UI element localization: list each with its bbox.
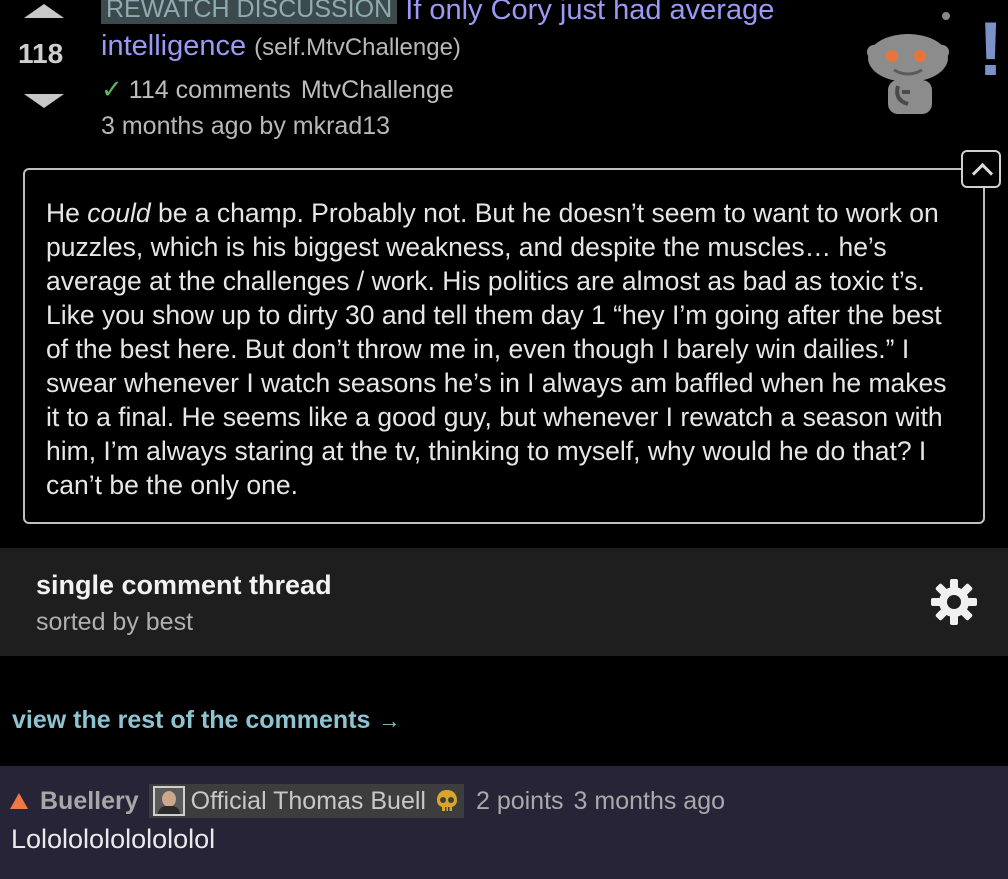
view-rest-label: view the rest of the comments [12, 706, 371, 734]
selftext-part-2: be a champ. Probably not. But he doesn’t… [46, 198, 947, 500]
post-score: 118 [18, 38, 64, 69]
thread-bar: single comment thread sorted by best [0, 548, 1008, 656]
comment: Buellery Official Thomas Buell 2 points … [0, 766, 1008, 879]
arrow-up-icon[interactable] [24, 4, 64, 18]
skull-icon [436, 790, 457, 811]
thread-title: single comment thread [36, 570, 332, 600]
post-header: 118 REWATCH DISCUSSION If only Cory just… [0, 0, 1008, 160]
user-flair: Official Thomas Buell [148, 784, 464, 818]
post-flair: REWATCH DISCUSSION [101, 0, 398, 24]
post-selftext: He could be a champ. Probably not. But h… [23, 168, 985, 524]
upvote-icon[interactable] [10, 793, 28, 809]
selftext-emphasis: could [87, 198, 151, 228]
comment-author[interactable]: Buellery [40, 787, 139, 816]
exclamation-icon: ! [978, 7, 1004, 92]
post-title-line: REWATCH DISCUSSION If only Cory just had… [101, 0, 861, 66]
post-meta: ✓ 114 comments MtvChallenge [101, 72, 861, 107]
snoo-icon [867, 34, 949, 114]
gear-icon[interactable] [930, 578, 978, 626]
selftext-part-1: He [46, 198, 88, 228]
comment-points: 2 points [475, 786, 564, 815]
comment-body: Lololololololololol [11, 824, 216, 854]
chevron-up-icon[interactable] [961, 150, 1001, 188]
comment-meta: Buellery Official Thomas Buell 2 points … [10, 784, 725, 818]
post-byline: 3 months ago by mkrad13 [101, 112, 391, 140]
view-rest-link[interactable]: view the rest of the comments → [12, 706, 400, 735]
subreddit-link[interactable]: MtvChallenge [301, 76, 454, 104]
vote-column: 118 [0, 0, 92, 120]
post-info: REWATCH DISCUSSION If only Cory just had… [101, 0, 861, 143]
post-domain[interactable]: (self.MtvChallenge) [254, 34, 461, 61]
arrow-right-icon: → [378, 708, 401, 733]
comment-time: 3 months ago [573, 786, 726, 815]
thread-sort[interactable]: sorted by best [36, 608, 193, 637]
arrow-down-icon[interactable] [24, 94, 64, 108]
avatar [152, 786, 185, 816]
comments-link[interactable]: 114 comments [129, 76, 291, 104]
snoo-antenna-dot [942, 12, 950, 20]
check-icon: ✓ [101, 74, 123, 104]
user-flair-text: Official Thomas Buell [190, 786, 426, 815]
